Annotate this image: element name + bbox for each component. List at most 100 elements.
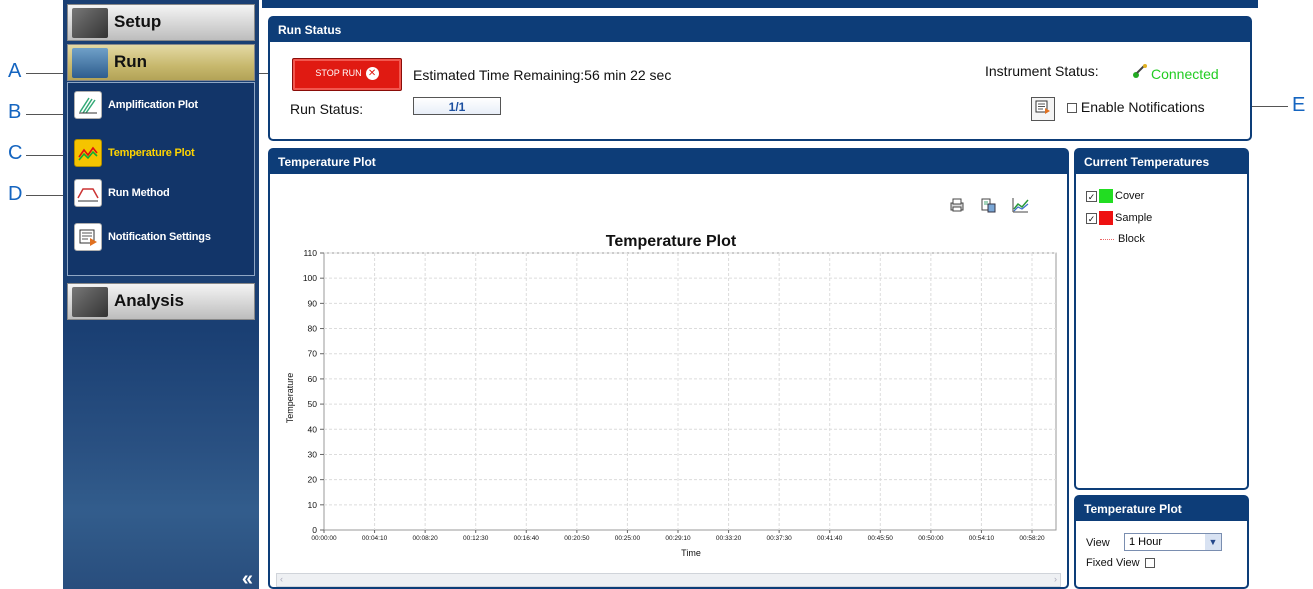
y-tick-label: 10 — [308, 500, 318, 510]
run-label: Run — [114, 52, 148, 71]
chart-svg: Temperature Plot 0 10 20 30 40 50 60 70 80 90 100 1… — [285, 198, 1057, 558]
nav-item-label: Amplification Plot — [108, 99, 198, 111]
chart-title: Temperature Plot — [606, 233, 737, 250]
analysis-section-header[interactable]: Analysis — [67, 283, 255, 320]
temperature-plot-settings-panel: Temperature Plot View 1 Hour ▼ Fixed Vie… — [1074, 495, 1249, 589]
stop-run-button[interactable]: STOP RUN ✕ — [292, 58, 402, 91]
y-tick-label: 40 — [308, 424, 318, 434]
instrument-status-value: Connected — [1151, 66, 1219, 82]
x-tick-label: 00:04:10 — [362, 535, 388, 542]
scroll-right-icon[interactable]: › — [1054, 574, 1057, 584]
x-tick-label: 00:54:10 — [969, 535, 995, 542]
nav-background — [63, 330, 259, 589]
collapse-nav-icon[interactable]: « — [242, 568, 253, 589]
analysis-icon — [72, 287, 108, 317]
amplification-icon — [74, 91, 102, 119]
sample-swatch — [1099, 211, 1113, 225]
nav-item-notification-settings[interactable]: Notification Settings — [74, 223, 250, 253]
nav-item-label: Notification Settings — [108, 231, 211, 243]
setup-section-header[interactable]: Setup — [67, 4, 255, 41]
fixed-view-checkbox[interactable] — [1144, 558, 1155, 569]
nav-item-temperature-plot[interactable]: Temperature Plot — [74, 139, 250, 169]
view-select-value: 1 Hour — [1129, 536, 1163, 548]
instrument-status: Connected — [1131, 63, 1219, 82]
y-tick-label: 100 — [303, 273, 317, 283]
fixed-view[interactable]: Fixed View — [1086, 557, 1155, 569]
legend-sample[interactable]: ✓ Sample — [1086, 211, 1152, 225]
run-method-icon — [74, 179, 102, 207]
chart-grid — [323, 252, 1057, 531]
enable-notifications-checkbox[interactable] — [1067, 103, 1077, 114]
y-tick-label: 90 — [308, 298, 318, 308]
legend-cover-label: Cover — [1115, 189, 1145, 202]
x-tick-label: 00:00:00 — [311, 535, 337, 542]
left-nav: Setup Run Amplification Plot Temperature… — [63, 0, 259, 589]
temperature-icon — [74, 139, 102, 167]
nav-item-label: Temperature Plot — [108, 147, 195, 159]
run-status-label: Run Status: — [290, 101, 364, 117]
callout-b: B — [8, 101, 22, 123]
enable-notifications[interactable]: Enable Notifications — [1067, 99, 1205, 115]
print-icon[interactable] — [950, 198, 964, 212]
x-tick-label: 00:50:00 — [918, 535, 944, 542]
callout-a: A — [8, 60, 22, 82]
chart-horizontal-scrollbar[interactable]: ‹ › — [276, 573, 1061, 587]
x-axis-label: Time — [681, 548, 701, 558]
instrument-status-label: Instrument Status: — [985, 63, 1099, 79]
legend-cover[interactable]: ✓ Cover — [1086, 189, 1144, 203]
run-icon — [72, 48, 108, 78]
scroll-left-icon[interactable]: ‹ — [280, 574, 283, 584]
run-status-panel: Run Status STOP RUN ✕ Estimated Time Rema… — [268, 16, 1252, 141]
x-tick-label: 00:37:30 — [766, 535, 792, 542]
legend-block-label: Block — [1118, 233, 1145, 245]
chart-options-icon[interactable] — [1012, 198, 1029, 213]
stop-icon: ✕ — [365, 67, 379, 81]
callout-d: D — [8, 183, 23, 205]
temperature-chart: Temperature Plot 0 10 20 30 40 50 60 70 80 90 100 1… — [276, 180, 1061, 580]
enable-notifications-label: Enable Notifications — [1080, 99, 1205, 115]
nav-item-amplification-plot[interactable]: Amplification Plot — [74, 91, 250, 121]
analysis-label: Analysis — [114, 291, 184, 310]
temperature-plot-panel: Temperature Plot Temperature Plot 0 10 20 3… — [268, 148, 1069, 589]
callout-e: E — [1292, 94, 1306, 116]
time-remaining: Estimated Time Remaining:56 min 22 sec — [413, 67, 672, 83]
nav-item-label: Run Method — [108, 187, 170, 199]
setup-label: Setup — [114, 12, 162, 31]
connected-icon — [1131, 63, 1151, 82]
stop-run-label: STOP RUN — [315, 68, 362, 78]
export-icon[interactable] — [981, 198, 996, 213]
y-tick-label: 80 — [308, 324, 318, 334]
y-tick-label: 20 — [308, 475, 318, 485]
x-tick-label: 00:45:50 — [868, 535, 894, 542]
y-tick-label: 50 — [308, 399, 318, 409]
x-tick-label: 00:08:20 — [412, 535, 438, 542]
y-tick-label: 70 — [308, 349, 318, 359]
block-line-icon — [1100, 238, 1114, 240]
x-tick-label: 00:33:20 — [716, 535, 742, 542]
run-section-header[interactable]: Run — [67, 44, 255, 81]
cover-swatch — [1099, 189, 1113, 203]
run-progress: 1/1 — [413, 97, 501, 115]
cover-checkbox[interactable]: ✓ — [1086, 190, 1097, 202]
x-tick-label: 00:16:40 — [514, 535, 540, 542]
current-temperatures-title: Current Temperatures — [1076, 150, 1247, 174]
sample-checkbox[interactable]: ✓ — [1086, 212, 1097, 224]
y-tick-label: 60 — [308, 374, 318, 384]
y-tick-label: 0 — [312, 525, 317, 535]
temperature-plot-title: Temperature Plot — [270, 150, 1067, 174]
notifications-button[interactable] — [1031, 97, 1055, 121]
run-status-title: Run Status — [270, 18, 1250, 42]
fixed-view-label: Fixed View — [1086, 557, 1140, 569]
nav-item-run-method[interactable]: Run Method — [74, 179, 250, 209]
view-select[interactable]: 1 Hour ▼ — [1124, 533, 1222, 551]
y-axis-label: Temperature — [285, 373, 295, 424]
temperature-plot-settings-title: Temperature Plot — [1076, 497, 1247, 521]
chevron-down-icon[interactable]: ▼ — [1205, 534, 1221, 550]
x-tick-label: 00:29:10 — [665, 535, 691, 542]
plot-area — [323, 252, 1057, 531]
notification-icon — [74, 223, 102, 251]
y-tick-label: 30 — [308, 449, 318, 459]
current-temperatures-panel: Current Temperatures ✓ Cover ✓ Sample Bloc… — [1074, 148, 1249, 490]
legend-block: Block — [1100, 233, 1145, 245]
notification-icon — [1035, 100, 1050, 114]
